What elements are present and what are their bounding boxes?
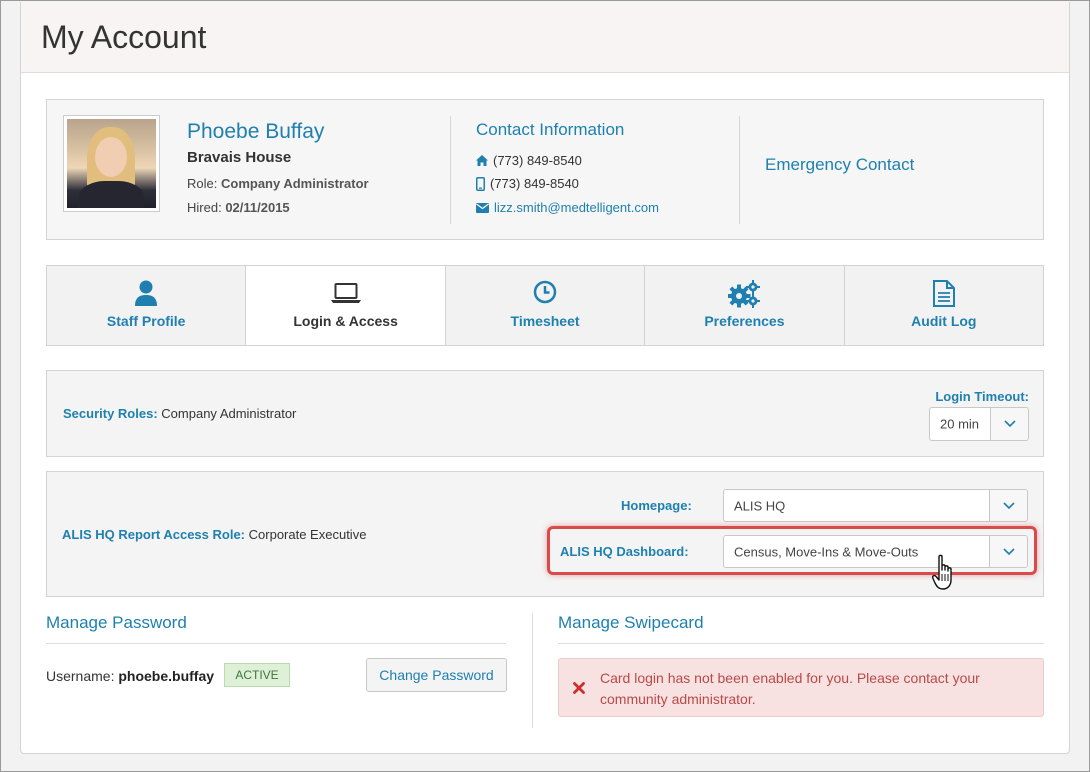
profile-hired-value: 02/11/2015 — [225, 200, 290, 215]
divider — [558, 643, 1044, 644]
mobile-phone-row: (773) 849-8540 — [476, 176, 579, 191]
envelope-icon — [476, 202, 489, 213]
user-icon — [135, 280, 158, 306]
window-frame: My Account Phoebe Buffay Bravais House R… — [0, 0, 1090, 772]
swipecard-message: Card login has not been enabled for you.… — [600, 670, 980, 707]
email-row[interactable]: lizz.smith@medtelligent.com — [476, 200, 659, 215]
account-card: My Account Phoebe Buffay Bravais House R… — [20, 2, 1070, 754]
change-password-button[interactable]: Change Password — [366, 658, 507, 692]
tab-login-access[interactable]: Login & Access — [246, 266, 446, 345]
email-link[interactable]: lizz.smith@medtelligent.com — [494, 200, 659, 215]
profile-role-value: Company Administrator — [220, 176, 369, 191]
swipecard-alert: Card login has not been enabled for you.… — [558, 658, 1044, 717]
divider — [450, 116, 451, 224]
report-access-role: ALIS HQ Report Access Role: Corporate Ex… — [62, 527, 367, 542]
tab-audit-log[interactable]: Audit Log — [845, 266, 1043, 345]
tab-preferences[interactable]: Preferences — [645, 266, 845, 345]
emergency-contact-link[interactable]: Emergency Contact — [765, 155, 914, 175]
tab-staff-profile[interactable]: Staff Profile — [47, 266, 247, 345]
avatar — [63, 115, 160, 212]
login-timeout-select[interactable]: 20 min — [929, 407, 1029, 441]
page-header: My Account — [21, 2, 1069, 73]
divider — [532, 613, 533, 728]
security-panel: Security Roles: Company Administrator Lo… — [46, 370, 1044, 457]
status-badge: ACTIVE — [224, 663, 290, 687]
manage-password-title: Manage Password — [46, 613, 187, 632]
username-value: phoebe.buffay — [118, 668, 215, 684]
homepage-select[interactable]: ALIS HQ — [723, 489, 1028, 522]
document-icon — [932, 280, 955, 307]
chevron-down-icon[interactable] — [989, 536, 1027, 567]
profile-summary: Phoebe Buffay Bravais House Role: Compan… — [46, 99, 1044, 240]
chevron-down-icon[interactable] — [989, 490, 1027, 521]
mobile-phone: (773) 849-8540 — [490, 176, 579, 191]
profile-community: Bravais House — [187, 149, 292, 166]
divider — [739, 116, 740, 224]
mobile-phone-icon — [476, 176, 485, 191]
manage-swipecard-title: Manage Swipecard — [558, 613, 704, 632]
security-roles: Security Roles: Company Administrator — [63, 406, 297, 421]
page-title: My Account — [41, 19, 207, 55]
gears-icon — [728, 280, 761, 308]
dashboard-label: ALIS HQ Dashboard: — [560, 544, 689, 559]
tab-timesheet[interactable]: Timesheet — [446, 266, 646, 345]
profile-name: Phoebe Buffay — [187, 120, 325, 143]
home-phone: (773) 849-8540 — [493, 153, 582, 168]
contact-info-title: Contact Information — [476, 120, 625, 139]
divider — [46, 643, 506, 644]
username: Username: phoebe.buffay — [46, 668, 215, 684]
clock-icon — [533, 280, 557, 304]
homepage-label: Homepage: — [621, 498, 692, 513]
report-access-panel: ALIS HQ Report Access Role: Corporate Ex… — [46, 471, 1044, 597]
profile-role: Role: Company Administrator — [187, 176, 369, 191]
report-access-role-value: Corporate Executive — [248, 527, 367, 542]
chevron-down-icon[interactable] — [990, 408, 1028, 440]
laptop-icon — [330, 283, 361, 303]
hand-cursor-icon — [932, 554, 952, 590]
account-tabs: Staff Profile Login & Access Timesheet P… — [46, 265, 1044, 346]
login-timeout-label: Login Timeout: — [935, 389, 1029, 404]
security-roles-value: Company Administrator — [161, 406, 297, 421]
profile-hired: Hired: 02/11/2015 — [187, 200, 290, 215]
error-x-icon — [573, 682, 585, 694]
home-icon — [476, 155, 488, 166]
dashboard-select[interactable]: Census, Move-Ins & Move-Outs — [723, 535, 1028, 568]
home-phone-row: (773) 849-8540 — [476, 153, 582, 168]
